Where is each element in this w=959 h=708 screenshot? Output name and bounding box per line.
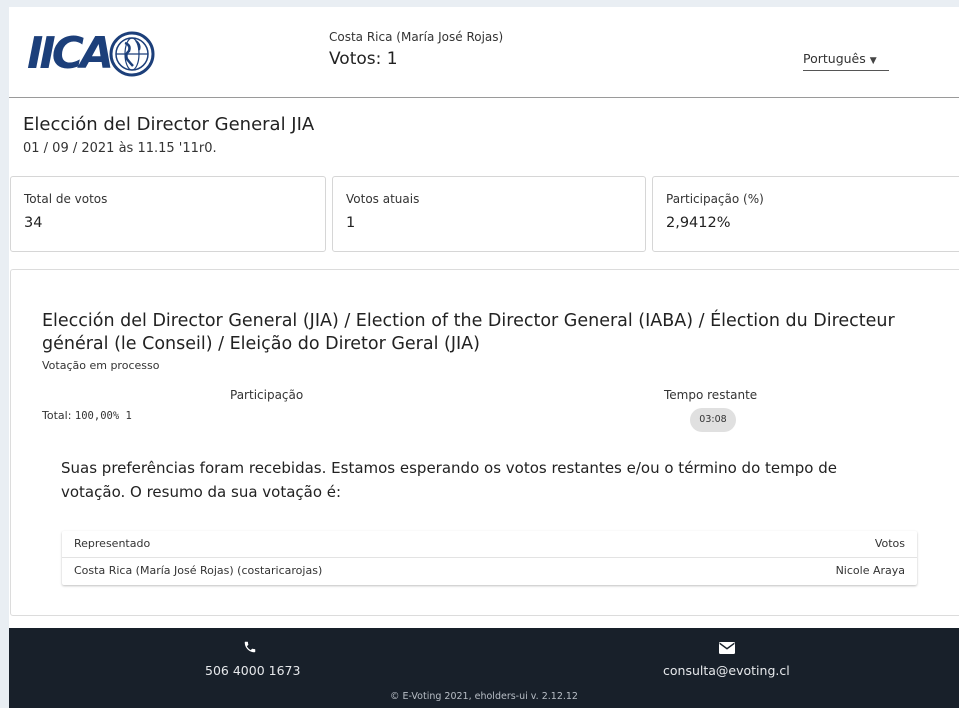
cell-represented: Costa Rica (María José Rojas) (costarica…	[74, 564, 323, 577]
table-row: Costa Rica (María José Rojas) (costarica…	[62, 558, 917, 584]
stat-card-participation: Participação (%) 2,9412%	[652, 176, 959, 252]
table-header-row: Representado Votos	[62, 531, 917, 558]
stat-value: 1	[346, 215, 356, 231]
confirmation-message: Suas preferências foram recebidas. Estam…	[61, 459, 837, 501]
participation-label: Participação	[230, 388, 304, 402]
total-label: Total:	[42, 409, 72, 422]
total-value: 100,00% 1	[74, 410, 132, 422]
question-status: Votação em processo	[42, 359, 160, 372]
page: IICA Costa Rica (María José Rojas) Votos…	[9, 7, 959, 708]
copyright: © E-Voting 2021, eholders-ui v. 2.12.12	[390, 691, 578, 702]
globe-icon	[109, 31, 155, 77]
language-select[interactable]: Português ▼	[803, 51, 889, 71]
stat-label: Total de votos	[24, 192, 108, 206]
iica-logo[interactable]: IICA	[27, 27, 155, 83]
contact-phone[interactable]: 506 4000 1673	[205, 663, 300, 678]
phone-icon	[244, 641, 256, 653]
time-remaining-label: Tempo restante	[664, 388, 758, 402]
stat-label: Participação (%)	[666, 192, 764, 206]
question-title: Elección del Director General (JIA) / El…	[42, 311, 895, 354]
election-title: Elección del Director General JIA	[23, 114, 315, 135]
stat-value: 2,9412%	[666, 215, 731, 231]
countdown-timer: 03:08	[690, 408, 736, 432]
votes-count: Votos: 1	[329, 49, 398, 69]
footer: 506 4000 1673 consulta@evoting.cl © E-Vo…	[9, 628, 959, 708]
mail-icon	[719, 642, 735, 654]
stat-value: 34	[24, 215, 43, 231]
header: IICA Costa Rica (María José Rojas) Votos…	[9, 7, 959, 98]
contact-email[interactable]: consulta@evoting.cl	[663, 663, 790, 678]
delegation-name: Costa Rica (María José Rojas)	[329, 30, 504, 44]
logo-text: IICA	[27, 28, 114, 79]
election-date: 01 / 09 / 2021 às 11.15 '11r0.	[23, 141, 217, 156]
stat-card-current-votes: Votos atuais 1	[332, 176, 646, 252]
stat-card-total-votes: Total de votos 34	[10, 176, 326, 252]
cell-vote: Nicole Araya	[835, 564, 905, 577]
column-header-votes: Votos	[874, 537, 905, 550]
caret-down-icon: ▼	[869, 56, 877, 66]
language-label: Português	[803, 51, 866, 66]
vote-summary-table: Representado Votos Costa Rica (María Jos…	[62, 531, 917, 585]
column-header-represented: Representado	[74, 537, 151, 550]
participation-total: Total: 100,00% 1	[42, 409, 132, 422]
stat-label: Votos atuais	[346, 192, 420, 206]
